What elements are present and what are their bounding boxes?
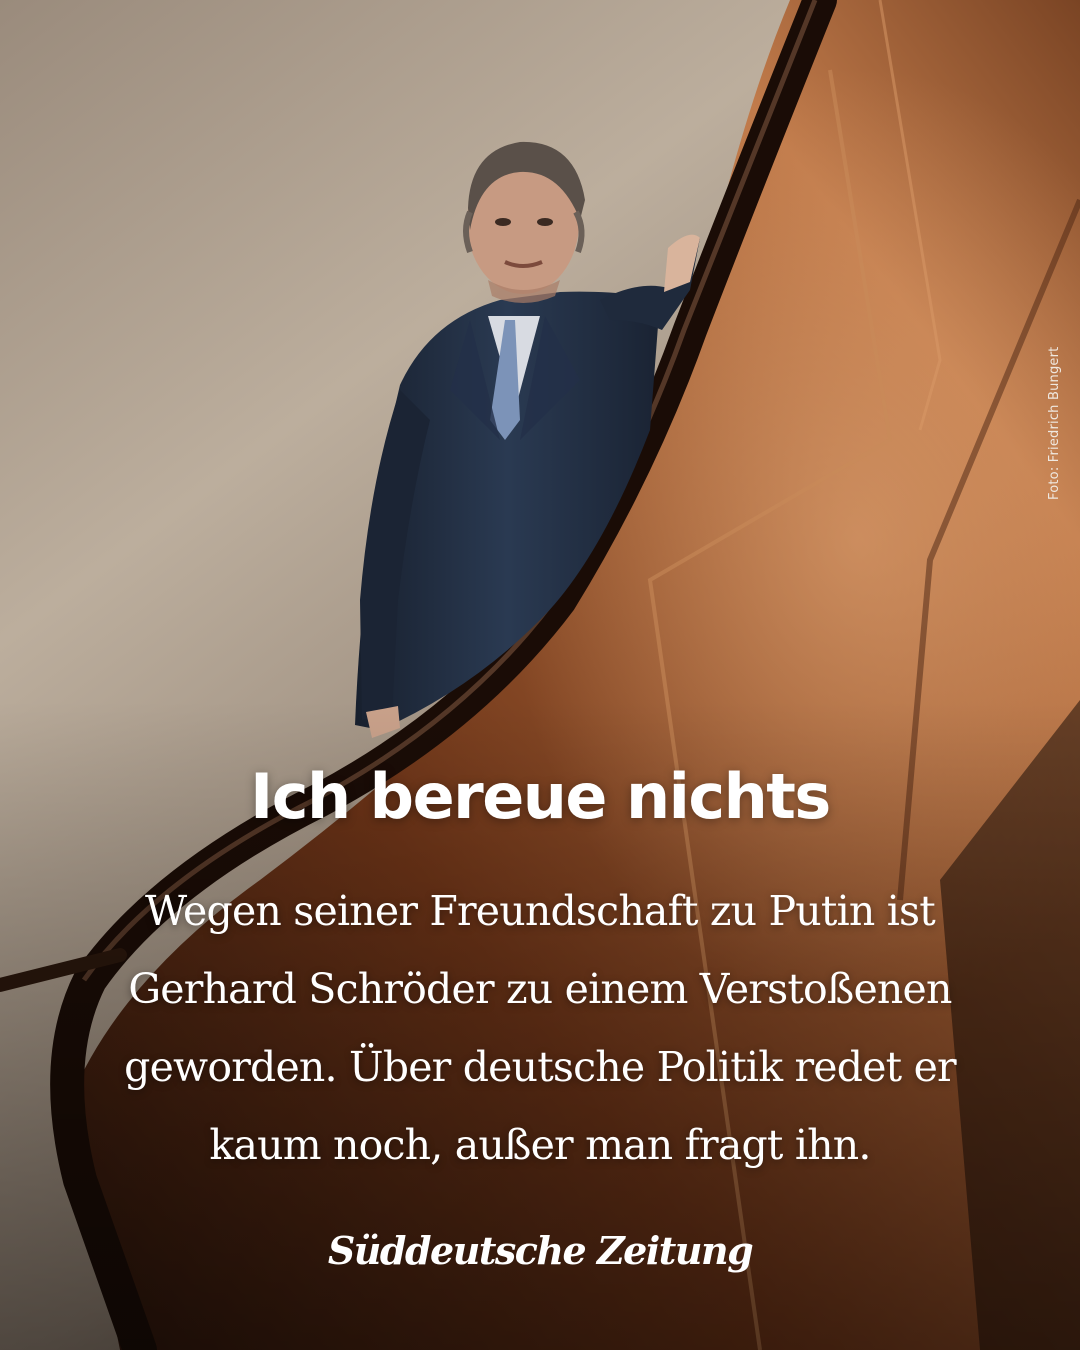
brand-logo-sueddeutsche-zeitung: Süddeutsche Zeitung [327, 1228, 754, 1273]
photo-credit: Foto: Friedrich Bungert [1047, 346, 1062, 500]
teaser-text: Wegen seiner Freundschaft zu Putin ist G… [124, 887, 957, 1169]
headline: Ich bereue nichts [250, 760, 831, 833]
instagram-post: Foto: Friedrich Bungert Ich bereue nicht… [0, 0, 1080, 1350]
